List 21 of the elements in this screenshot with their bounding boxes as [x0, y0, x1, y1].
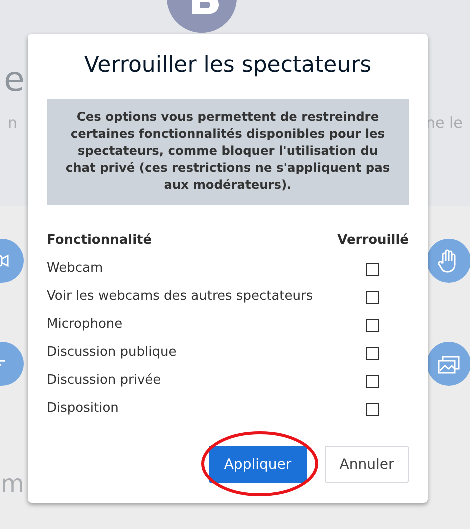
lock-checkbox[interactable] [366, 263, 378, 276]
feature-label: Microphone [47, 316, 123, 334]
feature-label: Disposition [47, 400, 119, 418]
background-text: m [1, 470, 24, 498]
apply-button[interactable]: Appliquer [209, 446, 307, 483]
feature-label: Voir les webcams des autres spectateurs [47, 288, 314, 306]
lock-checkbox[interactable] [366, 375, 378, 388]
info-message: Ces options vous permettent de restreindre certaines fonctionnalités disponibles pour les spectateurs, comme bloquer l'utilisation du chat privé (ces restrictions ne s'appliquent pas aux modérateurs). [47, 99, 409, 205]
dialog-title: Verrouiller les spectateurs [84, 52, 372, 80]
background-heading: e [4, 60, 25, 100]
feature-label: Discussion publique [47, 344, 177, 362]
lock-checkbox[interactable] [366, 291, 378, 304]
column-header: Fonctionnalité [47, 232, 152, 250]
background-text: n [8, 114, 18, 132]
column-header: Verrouillé [338, 232, 409, 250]
lock-checkbox[interactable] [366, 403, 378, 416]
cancel-button[interactable]: Annuler [325, 446, 409, 483]
feature-label: Discussion privée [47, 372, 162, 390]
lock-checkbox[interactable] [366, 347, 378, 360]
feature-label: Webcam [47, 260, 104, 278]
lock-checkbox[interactable] [366, 319, 378, 332]
